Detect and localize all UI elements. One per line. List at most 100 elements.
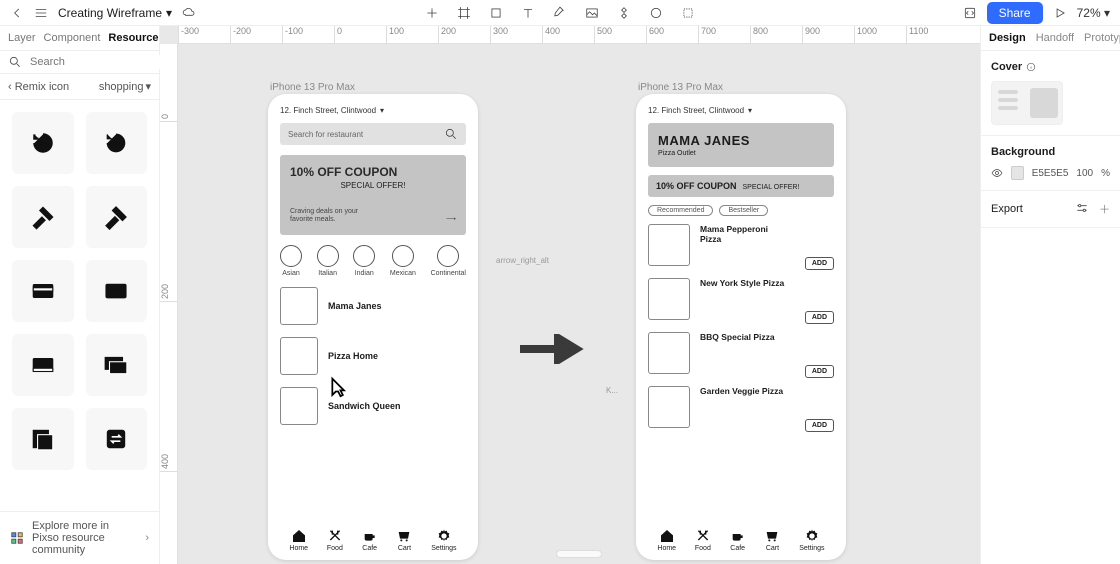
background-label: Background xyxy=(991,146,1110,158)
coupon-special: SPECIAL OFFER! xyxy=(290,181,456,190)
canvas-area[interactable]: -300-200-1000100200300400500600700800900… xyxy=(160,26,980,564)
restaurant-row[interactable]: Sandwich Queen xyxy=(280,387,466,425)
nav-item-food[interactable]: Food xyxy=(695,528,711,552)
nav-item-cart[interactable]: Cart xyxy=(396,528,412,552)
tab-component[interactable]: Component xyxy=(44,32,101,44)
back-icon[interactable] xyxy=(10,6,24,20)
search-field[interactable]: Search for restaurant xyxy=(280,123,466,145)
restaurant-row[interactable]: Pizza Home xyxy=(280,337,466,375)
icon-card-bankcard-fill[interactable] xyxy=(12,260,74,322)
coupon-title: 10% OFF COUPON xyxy=(656,181,737,191)
cursor-pointer-icon xyxy=(323,374,351,402)
icon-card-24h-line[interactable]: 24 xyxy=(86,112,148,174)
nav-item-home[interactable]: Home xyxy=(289,528,308,552)
nav-item-settings[interactable]: Settings xyxy=(799,528,824,552)
tab-handoff[interactable]: Handoff xyxy=(1036,32,1074,44)
restaurant-subtitle: Pizza Outlet xyxy=(658,150,824,157)
menu-row: Garden Veggie PizzaADD xyxy=(648,386,834,428)
address-bar[interactable]: 12. Finch Street, Clintwood ▾ xyxy=(648,106,834,115)
cover-thumbnail[interactable] xyxy=(991,81,1063,125)
visibility-toggle-icon[interactable] xyxy=(991,167,1003,179)
frame-b-label[interactable]: iPhone 13 Pro Max xyxy=(638,82,723,93)
text-tool-icon[interactable] xyxy=(521,6,535,20)
icon-card-bankcard-line[interactable] xyxy=(86,260,148,322)
frame-a-label[interactable]: iPhone 13 Pro Max xyxy=(270,82,355,93)
frame-b[interactable]: 12. Finch Street, Clintwood ▾ MAMA JANES… xyxy=(636,94,846,560)
category-item[interactable]: Indian xyxy=(353,245,375,277)
menu-row: Mama Pepperoni PizzaADD xyxy=(648,224,834,266)
info-icon[interactable] xyxy=(1026,62,1036,72)
filter-chip[interactable]: Recommended xyxy=(648,205,713,216)
slice-tool-icon[interactable] xyxy=(681,6,695,20)
bg-opacity-value[interactable]: 100 xyxy=(1076,168,1093,179)
icon-card-24h-fill[interactable]: 24 xyxy=(12,112,74,174)
play-preview-icon[interactable] xyxy=(1053,6,1067,20)
document-title[interactable]: Creating Wireframe ▾ xyxy=(58,6,172,20)
grid-icon xyxy=(10,531,24,545)
add-export-icon[interactable]: ＋ xyxy=(1099,201,1110,217)
ellipse-tool-icon[interactable] xyxy=(649,6,663,20)
category-item[interactable]: Italian xyxy=(317,245,339,277)
icon-card-cash-fill[interactable]: $ xyxy=(86,334,148,396)
nav-item-home[interactable]: Home xyxy=(657,528,676,552)
filter-chip[interactable]: Bestseller xyxy=(719,205,768,216)
add-button[interactable]: ADD xyxy=(805,365,834,378)
coupon-footer-text: Craving deals on your favorite meals. xyxy=(290,208,380,225)
icon-card-auction-line[interactable] xyxy=(86,186,148,248)
horizontal-scroll-indicator[interactable] xyxy=(556,550,602,558)
component-tool-icon[interactable] xyxy=(617,6,631,20)
cloud-sync-icon[interactable] xyxy=(182,6,196,20)
svg-text:24: 24 xyxy=(111,139,121,149)
menu-image xyxy=(648,224,690,266)
icon-card-coins-fill[interactable]: $ xyxy=(12,408,74,470)
breadcrumb-category[interactable]: shopping ▾ xyxy=(99,80,151,93)
menu-row: New York Style PizzaADD xyxy=(648,278,834,320)
shape-tool-icon[interactable] xyxy=(489,6,503,20)
category-item[interactable]: Continental xyxy=(431,245,466,277)
nav-item-cart[interactable]: Cart xyxy=(764,528,780,552)
zoom-level[interactable]: 72% ▾ xyxy=(1077,6,1110,20)
add-button[interactable]: ADD xyxy=(805,257,834,270)
category-item[interactable]: Mexican xyxy=(390,245,416,277)
bg-color-swatch[interactable] xyxy=(1011,166,1024,180)
menu-image xyxy=(648,278,690,320)
frame-a[interactable]: 12. Finch Street, Clintwood ▾ Search for… xyxy=(268,94,478,560)
nav-item-food[interactable]: Food xyxy=(327,528,343,552)
coupon-banner-thin[interactable]: 10% OFF COUPON SPECIAL OFFER! xyxy=(648,175,834,197)
menu-name: New York Style Pizza xyxy=(700,278,784,288)
restaurant-header: MAMA JANES Pizza Outlet xyxy=(648,123,834,167)
restaurant-row[interactable]: Mama Janes xyxy=(280,287,466,325)
k-label: K... xyxy=(606,386,618,395)
export-settings-icon[interactable] xyxy=(1075,201,1089,215)
bottom-nav: Home Food Cafe Cart Settings xyxy=(280,522,466,560)
tab-resource[interactable]: Resource xyxy=(108,32,158,44)
menu-icon[interactable] xyxy=(34,6,48,20)
nav-item-cafe[interactable]: Cafe xyxy=(730,528,746,552)
tab-prototype[interactable]: Prototype xyxy=(1084,32,1120,44)
nav-item-cafe[interactable]: Cafe xyxy=(362,528,378,552)
icon-card-exchange-fill[interactable] xyxy=(86,408,148,470)
icon-grid: 24 24 $ $ xyxy=(0,100,159,482)
address-bar[interactable]: 12. Finch Street, Clintwood ▾ xyxy=(280,106,466,115)
pen-tool-icon[interactable] xyxy=(553,6,567,20)
add-button[interactable]: ADD xyxy=(805,419,834,432)
breadcrumb-back[interactable]: ‹ Remix icon xyxy=(8,81,69,93)
coupon-banner[interactable]: 10% OFF COUPON SPECIAL OFFER! Craving de… xyxy=(280,155,466,235)
category-item[interactable]: Asian xyxy=(280,245,302,277)
icon-card-bankcard2-fill[interactable] xyxy=(12,334,74,396)
bg-color-hex[interactable]: E5E5E5 xyxy=(1032,168,1069,179)
image-tool-icon[interactable] xyxy=(585,6,599,20)
tab-layer[interactable]: Layer xyxy=(8,32,36,44)
resource-footer[interactable]: Explore more in Pixso resource community… xyxy=(0,511,159,564)
nav-item-settings[interactable]: Settings xyxy=(431,528,456,552)
tab-design[interactable]: Design xyxy=(989,32,1026,44)
chevron-down-icon: ▾ xyxy=(166,6,172,20)
dev-mode-icon[interactable] xyxy=(963,6,977,20)
icon-card-auction-fill[interactable] xyxy=(12,186,74,248)
frame-tool-icon[interactable] xyxy=(457,6,471,20)
category-row: Asian Italian Indian Mexican Continental xyxy=(280,245,466,277)
add-tool-icon[interactable] xyxy=(425,6,439,20)
add-button[interactable]: ADD xyxy=(805,311,834,324)
resource-search-input[interactable] xyxy=(28,55,174,69)
share-button[interactable]: Share xyxy=(987,2,1043,24)
